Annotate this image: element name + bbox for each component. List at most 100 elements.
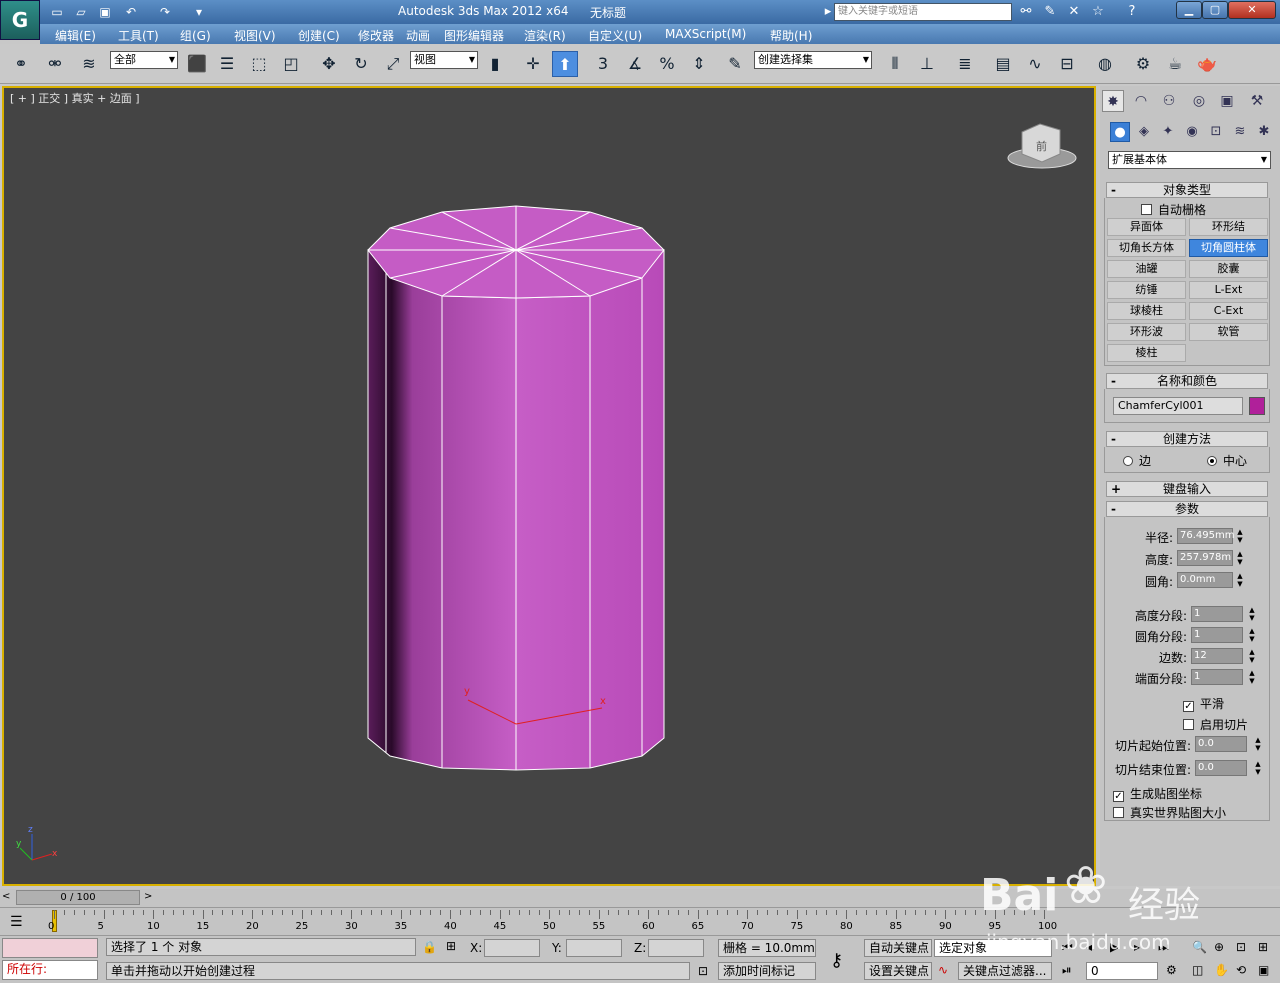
absolute-mode-icon[interactable]: ⊞ [446, 939, 456, 953]
track-bar-toggle-icon[interactable]: ☰ [10, 914, 23, 930]
window-crossing-icon[interactable]: ◰ [278, 51, 304, 77]
unlink-icon[interactable]: ⚮ [42, 51, 68, 77]
goto-start-icon[interactable]: ⏮ [1062, 940, 1073, 955]
height-spinner[interactable]: ▲ ▼ [1235, 550, 1245, 566]
sides-spinner[interactable]: ▲ ▼ [1247, 648, 1257, 664]
mirror-icon[interactable]: ⫴ [882, 51, 908, 77]
align-icon[interactable]: ⊥ [914, 51, 940, 77]
material-editor-icon[interactable]: ◍ [1092, 51, 1118, 77]
move-icon[interactable]: ✥ [316, 51, 342, 77]
lights-subtab-icon[interactable]: ✦ [1158, 122, 1178, 142]
menu-rendering[interactable]: 渲染(R) [524, 27, 566, 44]
maxscript-listener-mini[interactable] [2, 938, 98, 958]
sides-input[interactable]: 12 [1191, 648, 1243, 664]
redo-icon[interactable]: ↷ [156, 3, 174, 21]
tools-icon[interactable]: ✎ [1040, 3, 1060, 21]
select-object-icon[interactable]: ⬛ [184, 51, 210, 77]
prev-frame-icon[interactable]: ◂ [1086, 940, 1092, 954]
set-key-icon[interactable]: ⚷ [830, 950, 843, 971]
scale-icon[interactable]: ⤢ [380, 51, 406, 77]
object-name-input[interactable]: ChamferCyl001 [1113, 397, 1243, 415]
rect-selection-icon[interactable]: ⬚ [246, 51, 272, 77]
goto-end-icon[interactable]: ⏭ [1158, 940, 1169, 955]
chamfer-box-button[interactable]: 切角长方体 [1107, 239, 1186, 257]
close-button[interactable]: ✕ [1228, 1, 1276, 19]
communication-icon[interactable]: ✕ [1064, 3, 1084, 21]
menu-group[interactable]: 组(G) [180, 27, 211, 44]
spacewarps-subtab-icon[interactable]: ≋ [1230, 122, 1250, 142]
capsule-button[interactable]: 胶囊 [1189, 260, 1268, 278]
creation-method-rollout[interactable]: - 创建方法 [1106, 431, 1268, 447]
play-icon[interactable]: ▶ [1110, 940, 1119, 954]
zoom-extents-icon[interactable]: ⊡ [1236, 940, 1246, 954]
category-dropdown[interactable]: 扩展基本体 [1108, 151, 1271, 169]
perspective-viewport[interactable]: [ + ] 正交 ] 真实 + 边面 ] y x 前 z x y [2, 86, 1096, 886]
selected-dropdown[interactable]: 选定对象 [934, 939, 1052, 957]
reference-coordinate-dropdown[interactable]: 视图 [410, 51, 478, 69]
selection-filter-dropdown[interactable]: 全部 [110, 51, 178, 69]
layer-manager-icon[interactable]: ≣ [952, 51, 978, 77]
gen-map-coords-checkbox[interactable]: ✓ 生成贴图坐标 [1113, 785, 1202, 802]
cap-segs-input[interactable]: 1 [1191, 669, 1243, 685]
bind-space-warp-icon[interactable]: ≋ [76, 51, 102, 77]
lock-selection-icon[interactable]: 🔒 [422, 940, 437, 954]
time-slider-prev-icon[interactable]: < [2, 891, 10, 902]
slice-on-checkbox[interactable]: 启用切片 [1183, 716, 1248, 733]
render-setup-icon[interactable]: ⚙ [1130, 51, 1156, 77]
menu-modifiers[interactable]: 修改器 [358, 27, 394, 44]
render-teapot-icon[interactable]: 🫖 [1194, 51, 1220, 77]
graphite-ribbon-icon[interactable]: ▤ [990, 51, 1016, 77]
c-ext-button[interactable]: C-Ext [1189, 302, 1268, 320]
menu-create[interactable]: 创建(C) [298, 27, 340, 44]
orbit-icon[interactable]: ⟲ [1236, 963, 1246, 977]
maximize-viewport-icon[interactable]: ▣ [1258, 963, 1269, 977]
slice-from-input[interactable]: 0.0 [1195, 736, 1247, 752]
fillet-input[interactable]: 0.0mm [1177, 572, 1233, 588]
radius-input[interactable]: 76.495mm [1177, 528, 1234, 544]
cap-segs-spinner[interactable]: ▲ ▼ [1247, 669, 1257, 685]
open-file-icon[interactable]: ▱ [72, 3, 90, 21]
autogrid-checkbox[interactable]: 自动栅格 [1141, 201, 1206, 218]
object-type-rollout[interactable]: - 对象类型 [1106, 182, 1268, 198]
parameters-rollout[interactable]: - 参数 [1106, 501, 1268, 517]
menu-animation[interactable]: 动画 [406, 27, 430, 44]
select-manipulate-icon[interactable]: ✛ [520, 51, 546, 77]
chamfer-cyl-button[interactable]: 切角圆柱体 [1189, 239, 1268, 257]
x-coordinate-input[interactable] [484, 939, 540, 957]
select-by-name-icon[interactable]: ☰ [214, 51, 240, 77]
schematic-view-icon[interactable]: ⊟ [1054, 51, 1080, 77]
snaps-toggle-icon[interactable]: 3 [590, 51, 616, 77]
fillet-segs-spinner[interactable]: ▲ ▼ [1247, 627, 1257, 643]
menu-maxscript[interactable]: MAXScript(M) [665, 27, 746, 41]
key-filter-curve-icon[interactable]: ∿ [938, 963, 948, 977]
search-input[interactable]: 键入关键字或短语 [834, 3, 1012, 21]
favorites-star-icon[interactable]: ☆ [1088, 3, 1108, 21]
real-world-map-checkbox[interactable]: 真实世界贴图大小 [1113, 804, 1226, 821]
geometry-subtab-icon[interactable]: ● [1110, 122, 1130, 142]
slice-to-spinner[interactable]: ▲ ▼ [1253, 760, 1263, 776]
hedra-button[interactable]: 异面体 [1107, 218, 1186, 236]
edit-named-selection-icon[interactable]: ✎ [722, 51, 748, 77]
timeline-ruler[interactable]: ☰ 0 5 10 15 20 25 30 35 40 45 50 55 60 65 70 75 80 85 90 95… [0, 907, 1280, 935]
utilities-tab-icon[interactable]: ⚒ [1246, 90, 1268, 112]
zoom-extents-all-icon[interactable]: ⊞ [1258, 940, 1268, 954]
maxscript-line-label[interactable]: 所在行: [2, 960, 98, 980]
prism-button[interactable]: 棱柱 [1107, 344, 1186, 362]
save-file-icon[interactable]: ▣ [96, 3, 114, 21]
fillet-spinner[interactable]: ▲ ▼ [1235, 572, 1245, 588]
slice-from-spinner[interactable]: ▲ ▼ [1253, 736, 1263, 752]
z-coordinate-input[interactable] [648, 939, 704, 957]
add-time-tag[interactable]: 添加时间标记 [718, 962, 816, 980]
rotate-icon[interactable]: ↻ [348, 51, 374, 77]
link-icon[interactable]: ⚭ [8, 51, 34, 77]
menu-graph-editors[interactable]: 图形编辑器 [444, 27, 504, 44]
time-slider-next-icon[interactable]: > [144, 891, 152, 902]
oil-tank-button[interactable]: 油罐 [1107, 260, 1186, 278]
slice-to-input[interactable]: 0.0 [1195, 760, 1247, 776]
spindle-button[interactable]: 纺锤 [1107, 281, 1186, 299]
time-config-icon[interactable]: ⚙ [1166, 963, 1177, 977]
curve-editor-icon[interactable]: ∿ [1022, 51, 1048, 77]
field-of-view-icon[interactable]: ◫ [1192, 963, 1203, 977]
percent-snap-icon[interactable]: % [654, 51, 680, 77]
app-logo-icon[interactable]: G [0, 0, 40, 40]
